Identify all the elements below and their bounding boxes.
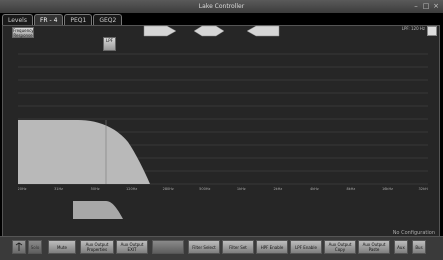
filter-select-button[interactable]: Filter Select — [188, 240, 220, 254]
frequency-response-button[interactable]: Frequency Response — [12, 27, 34, 38]
x-tick-label: 8kHz — [347, 187, 356, 191]
antenna-button[interactable] — [12, 240, 26, 254]
x-tick-label: 31Hz — [54, 187, 63, 191]
response-curve-fill — [18, 120, 150, 184]
hpf-enable-button[interactable]: HPF Enable — [256, 240, 288, 254]
antenna-icon — [15, 242, 23, 251]
frequency-response-graph[interactable]: 15dB12dB9dB6dB3dB0dB-3dB-6dB-9dB-12dB-15… — [18, 52, 428, 192]
highshelf-filter-icon[interactable] — [245, 25, 280, 37]
blank-button[interactable] — [152, 240, 184, 254]
minimize-icon[interactable]: – — [411, 2, 421, 11]
x-axis-labels: 20Hz 31Hz 50Hz 120Hz 280Hz 500Hz 1kHz 2kHz 4kHz 8… — [18, 187, 428, 191]
options-icon[interactable] — [427, 26, 437, 36]
lpf-enable-button[interactable]: LPF Enable — [290, 240, 322, 254]
aux-output-properties-button[interactable]: Aux Output Properties — [80, 240, 114, 254]
x-tick-label: 1kHz — [237, 187, 246, 191]
maximize-icon[interactable]: □ — [421, 2, 431, 11]
window-title: Lake Controller — [198, 3, 245, 10]
bus-button[interactable]: Bus — [412, 240, 426, 254]
filter-marker-label: LPF — [106, 38, 113, 43]
frequency-response-label: Frequency Response — [13, 28, 34, 38]
x-tick-label: 32kHz — [419, 187, 428, 191]
mute-button[interactable]: Mute — [48, 240, 76, 254]
x-tick-label: 20Hz — [18, 187, 27, 191]
x-tick-label: 280Hz — [163, 187, 174, 191]
x-tick-label: 500Hz — [199, 187, 210, 191]
close-icon[interactable]: × — [431, 2, 441, 11]
filter-shape-preview — [73, 201, 123, 219]
aux-button[interactable]: Aux — [394, 240, 408, 254]
x-tick-label: 50Hz — [91, 187, 100, 191]
aux-output-copy-button[interactable]: Aux Output Copy — [324, 240, 356, 254]
x-tick-label: 120Hz — [126, 187, 137, 191]
filter-set-button[interactable]: Filter Set — [222, 240, 254, 254]
filter-marker-button[interactable]: LPF — [103, 37, 116, 51]
aux-output-paste-button[interactable]: Aux Output Paste — [358, 240, 390, 254]
x-tick-label: 2kHz — [273, 187, 282, 191]
info-readout: LPF: 120 Hz — [401, 26, 425, 31]
solo-button[interactable]: Solo — [28, 240, 42, 254]
bell-filter-icon[interactable] — [193, 25, 225, 37]
x-tick-label: 16kHz — [382, 187, 393, 191]
x-tick-label: 4kHz — [310, 187, 319, 191]
aux-output-exit-button[interactable]: Aux Output EXIT — [116, 240, 148, 254]
bottom-button-bar: Solo Mute Aux Output Properties Aux Outp… — [0, 236, 443, 260]
title-bar: Lake Controller – □ × — [0, 0, 443, 13]
lowshelf-filter-icon[interactable] — [143, 25, 178, 37]
